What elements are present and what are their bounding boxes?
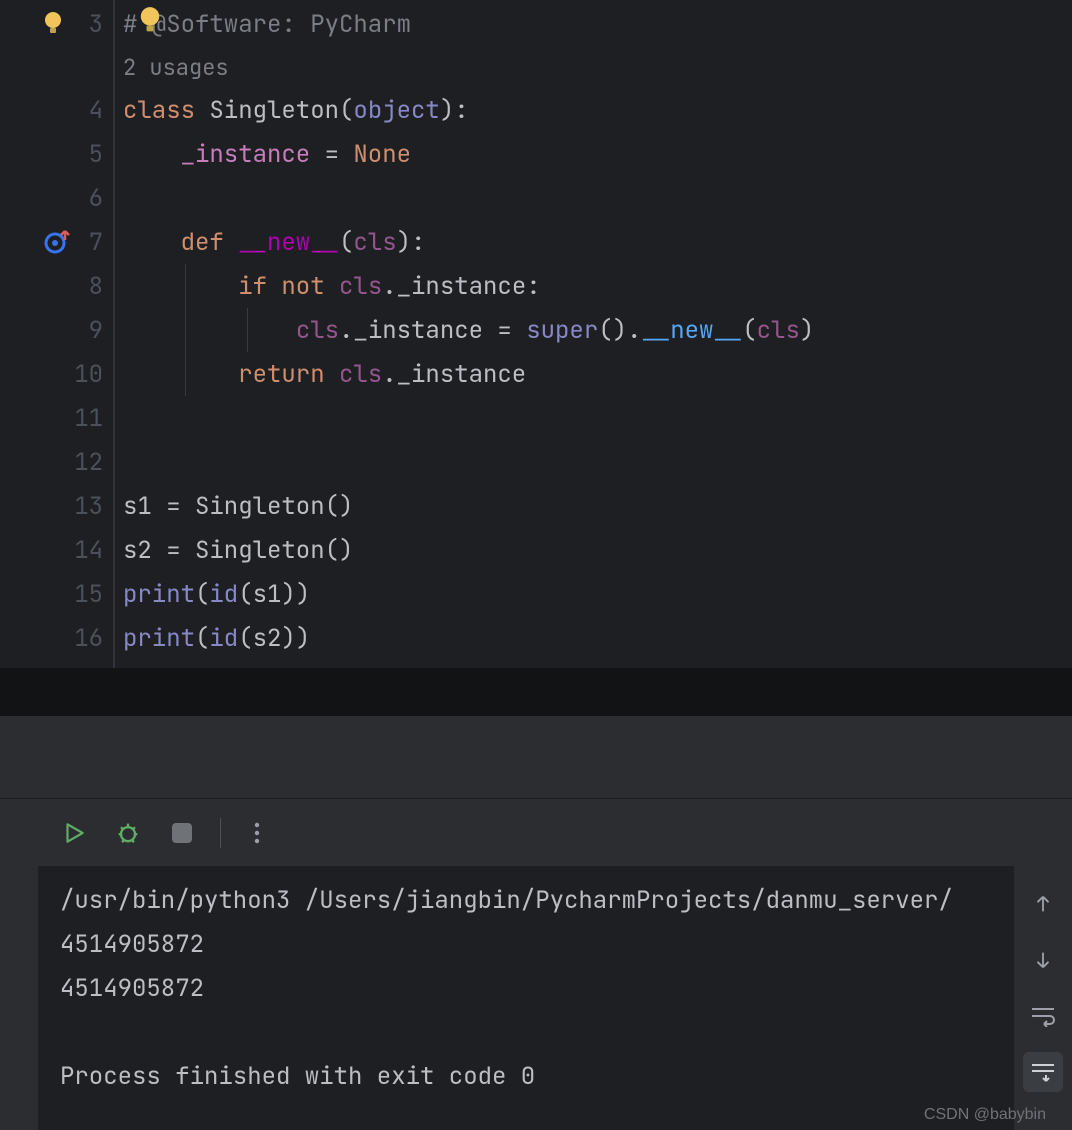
code-line[interactable]: s1 = Singleton() [123,484,1072,528]
scroll-up-button[interactable] [1023,884,1063,924]
code-line[interactable]: def __new__(cls): [123,220,1072,264]
line-number: 5 [67,139,103,170]
usage-hint[interactable]: 2 usages [123,46,1072,88]
line-number: 11 [67,403,103,434]
code-line[interactable]: cls._instance = super().__new__(cls) [123,308,1072,352]
code-line[interactable] [123,396,1072,440]
watermark: CSDN @babybin [924,1106,1046,1124]
line-number: 6 [67,183,103,214]
line-number: 4 [67,95,103,126]
line-number: 7 [67,227,103,258]
scroll-to-end-button[interactable] [1023,1052,1063,1092]
gutter: 3 4 5 6 7 8 9 10 11 12 13 14 15 16 [0,0,115,668]
soft-wrap-button[interactable] [1023,996,1063,1036]
console-line: 4514905872 [60,922,1014,966]
gutter-row: 15 [0,572,113,616]
gutter-row: 8 [0,264,113,308]
line-number: 12 [67,447,103,478]
console-line: Process finished with exit code 0 [60,1054,1014,1098]
console-output[interactable]: /usr/bin/python3 /Users/jiangbin/Pycharm… [38,866,1014,1130]
stop-button[interactable] [160,811,204,855]
line-number: 15 [67,579,103,610]
gutter-row: 6 [0,176,113,220]
line-number: 3 [67,9,103,40]
code-line[interactable] [123,440,1072,484]
gutter-row: 12 [0,440,113,484]
gutter-row: 7 [0,220,113,264]
usage-label: 2 usages [123,53,229,82]
debug-button[interactable] [106,811,150,855]
gutter-row: 3 [0,2,113,46]
code-line[interactable]: _instance = None [123,132,1072,176]
toolbar-divider [220,818,221,848]
line-number: 13 [67,491,103,522]
line-number: 9 [67,315,103,346]
separator [0,668,1072,716]
code-line[interactable]: s2 = Singleton() [123,528,1072,572]
gutter-row: 9 [0,308,113,352]
code-line[interactable]: print(id(s2)) [123,616,1072,660]
gutter-row: 16 [0,616,113,660]
gutter-row: 14 [0,528,113,572]
override-icon[interactable] [43,228,71,256]
separator [0,716,1072,798]
gutter-row: 5 [0,132,113,176]
code-line[interactable]: if not cls._instance: [123,264,1072,308]
code-editor[interactable]: 3 4 5 6 7 8 9 10 11 12 13 14 15 16 # @So… [0,0,1072,668]
code-line[interactable]: class Singleton(object): [123,88,1072,132]
code-line[interactable] [123,176,1072,220]
console-line [60,1010,1014,1054]
more-button[interactable] [235,811,279,855]
console-side-toolbar [1014,866,1072,1130]
console-line: /usr/bin/python3 /Users/jiangbin/Pycharm… [60,878,1014,922]
gutter-row: 13 [0,484,113,528]
lightbulb-inline-icon[interactable] [138,6,162,36]
gutter-row: 11 [0,396,113,440]
run-console: /usr/bin/python3 /Users/jiangbin/Pycharm… [0,866,1072,1130]
code-line[interactable]: # @Software: PyCharm [123,2,1072,46]
code-line[interactable]: print(id(s1)) [123,572,1072,616]
gutter-row [0,46,113,88]
line-number: 10 [67,359,103,390]
run-button[interactable] [52,811,96,855]
lightbulb-icon[interactable] [43,11,63,37]
gutter-row: 4 [0,88,113,132]
scroll-down-button[interactable] [1023,940,1063,980]
run-toolbar [0,798,1072,866]
console-line: 4514905872 [60,966,1014,1010]
code-line[interactable]: return cls._instance [123,352,1072,396]
line-number: 16 [67,623,103,654]
console-gutter [0,866,38,1130]
gutter-row: 10 [0,352,113,396]
line-number: 8 [67,271,103,302]
code-area[interactable]: # @Software: PyCharm 2 usages class Sing… [115,0,1072,668]
line-number: 14 [67,535,103,566]
